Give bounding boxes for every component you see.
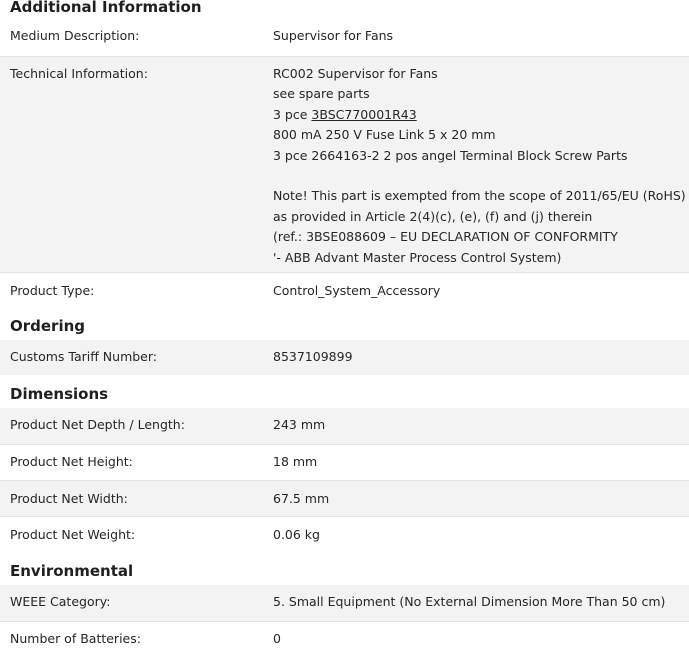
tech-line: 800 mA 250 V Fuse Link 5 x 20 mm [273, 127, 496, 143]
technical-information-value: RC002 Supervisor for Fans see spare part… [273, 64, 686, 268]
row-product-net-weight: Product Net Weight: 0.06 kg [0, 516, 689, 553]
tech-line-spacer [273, 166, 683, 186]
section-title-environmental: Environmental [10, 562, 134, 580]
product-net-depth-value: 243 mm [273, 417, 326, 432]
medium-description-value: Supervisor for Fans [273, 28, 394, 43]
tech-line: (ref.: 3BSE088609 – EU DECLARATION OF CO… [273, 229, 618, 245]
row-product-net-width: Product Net Width: 67.5 mm [0, 480, 689, 517]
number-of-batteries-value: 0 [273, 631, 281, 646]
product-net-width-value: 67.5 mm [273, 491, 330, 506]
product-net-depth-label: Product Net Depth / Length: [10, 417, 185, 432]
product-type-value: Control_System_Accessory [273, 283, 441, 298]
customs-tariff-value: 8537109899 [273, 349, 353, 364]
product-net-weight-label: Product Net Weight: [10, 527, 136, 542]
weee-category-label: WEEE Category: [10, 594, 111, 609]
row-product-net-depth: Product Net Depth / Length: 243 mm [0, 408, 689, 444]
row-medium-description: Medium Description: Supervisor for Fans [0, 21, 689, 57]
product-net-width-label: Product Net Width: [10, 491, 128, 506]
product-net-weight-value: 0.06 kg [273, 527, 320, 542]
part-number-link[interactable]: 3BSC770001R43 [311, 107, 416, 122]
product-net-height-label: Product Net Height: [10, 454, 133, 469]
section-title-dimensions: Dimensions [10, 385, 109, 403]
number-of-batteries-label: Number of Batteries: [10, 631, 141, 646]
row-product-type: Product Type: Control_System_Accessory [0, 272, 689, 309]
tech-line: RC002 Supervisor for Fans [273, 66, 438, 81]
row-product-net-height: Product Net Height: 18 mm [0, 444, 689, 481]
section-title-ordering: Ordering [10, 317, 86, 335]
tech-line-prefix: 3 pce [273, 106, 312, 122]
product-net-height-value: 18 mm [273, 454, 318, 469]
tech-line: Note! This part is exempted from the sco… [273, 188, 686, 204]
row-weee-category: WEEE Category: 5. Small Equipment (No Ex… [0, 585, 689, 621]
tech-line: as provided in Article 2(4)(c), (e), (f)… [273, 208, 593, 224]
tech-line: 3 pce 2664163-2 2 pos angel Terminal Blo… [273, 147, 628, 163]
tech-line: 3 pce 3BSC770001R43 [273, 105, 683, 125]
medium-description-label: Medium Description: [10, 28, 140, 43]
row-number-of-batteries: Number of Batteries: 0 [0, 621, 689, 657]
section-title-additional-information: Additional Information [10, 0, 202, 16]
row-technical-information: Technical Information: RC002 Supervisor … [0, 56, 689, 273]
tech-line: see spare parts [273, 86, 370, 102]
tech-line: '- ABB Advant Master Process Control Sys… [273, 249, 562, 265]
weee-category-value: 5. Small Equipment (No External Dimensio… [273, 594, 666, 609]
product-details: Additional Information Medium Descriptio… [0, 0, 689, 656]
product-type-label: Product Type: [10, 283, 95, 298]
row-customs-tariff-number: Customs Tariff Number: 8537109899 [0, 340, 689, 375]
technical-information-label: Technical Information: [10, 66, 148, 81]
customs-tariff-label: Customs Tariff Number: [10, 349, 158, 364]
